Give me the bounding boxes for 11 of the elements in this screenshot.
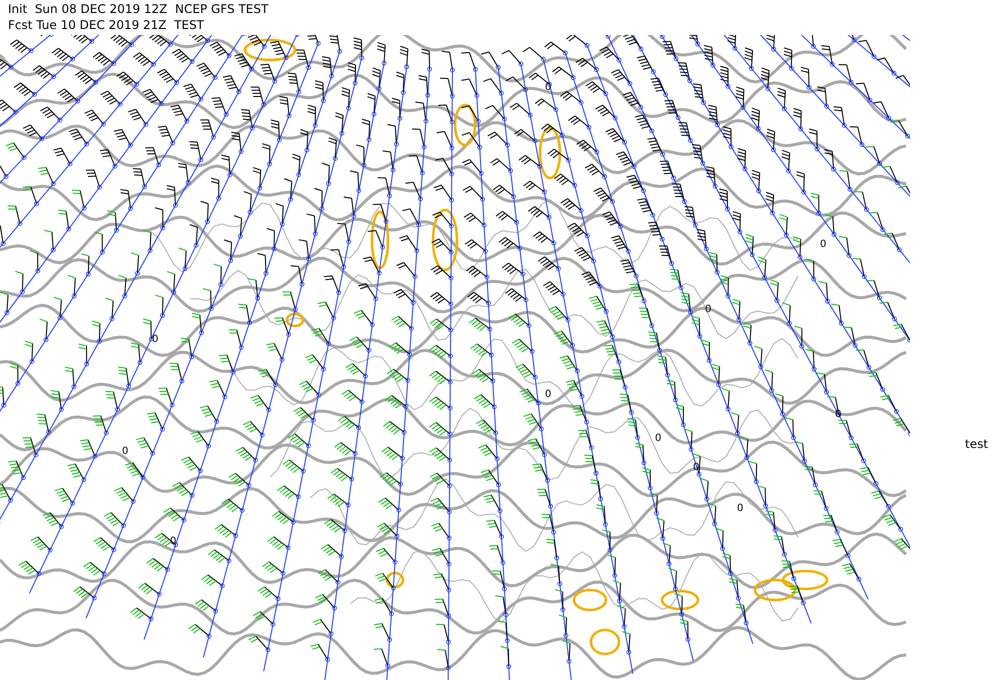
contour-label: 0	[835, 409, 842, 420]
contour-label: 0	[655, 433, 662, 444]
contour-label: 0	[820, 239, 826, 250]
forecast-time-line: Fcst Tue 10 DEC 2019 21Z TEST	[8, 17, 206, 33]
contour-label: 0	[122, 446, 128, 457]
plot-label: test	[965, 437, 988, 451]
contour-label: 0	[545, 389, 552, 400]
contour-label: 0	[705, 304, 712, 315]
contour-label: 0	[737, 503, 744, 514]
contour-label: 0	[152, 334, 158, 345]
init-time-line: Init Sun 08 DEC 2019 12Z NCEP GFS TEST	[8, 1, 270, 17]
